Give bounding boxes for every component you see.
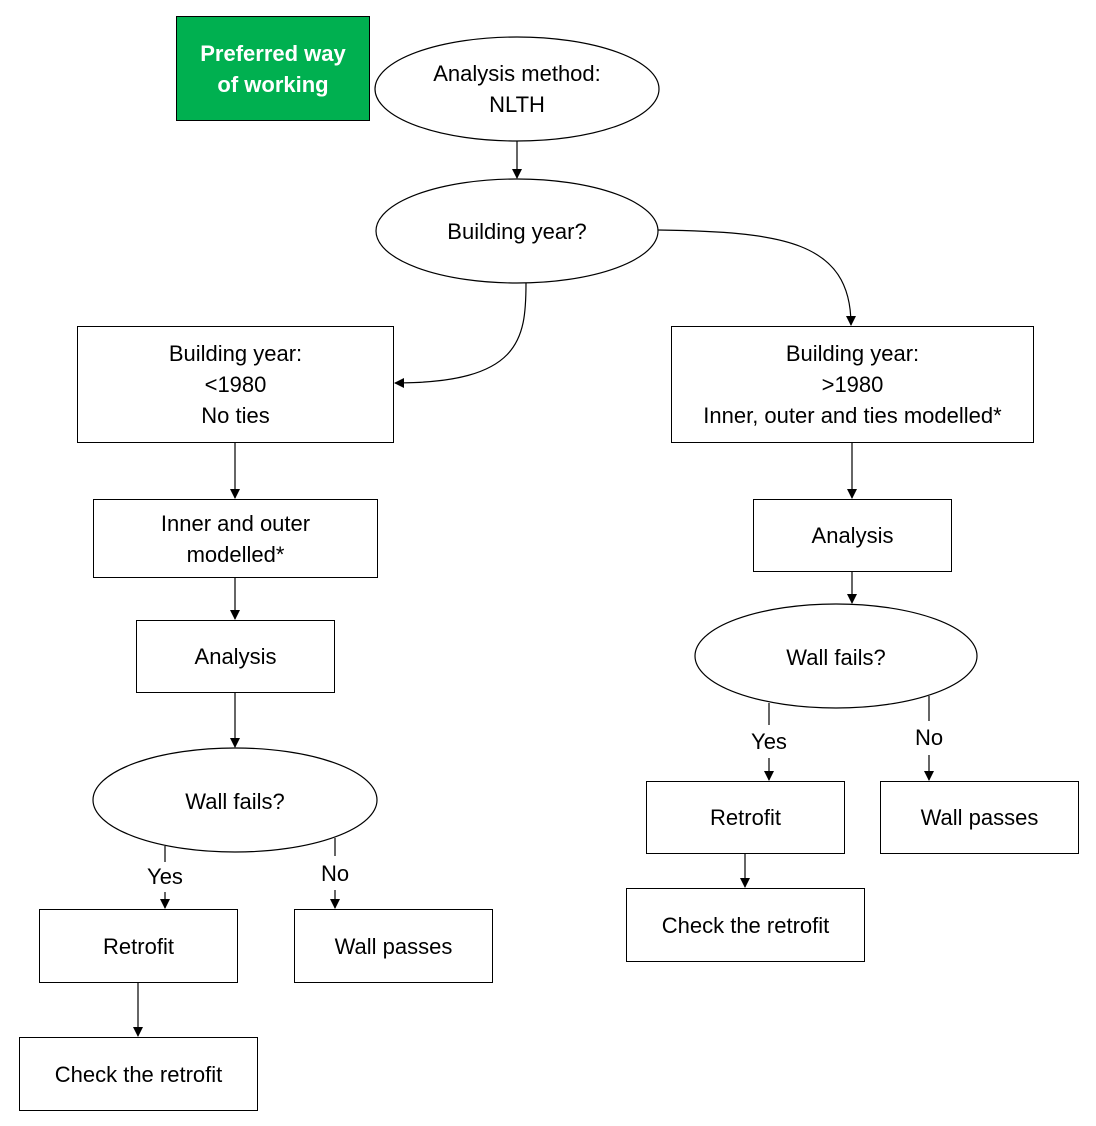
left-decision-label: Wall fails? xyxy=(185,788,285,814)
right-decision-label: Wall fails? xyxy=(786,644,886,670)
right-pass-box: Wall passes xyxy=(880,781,1079,854)
flowchart: Preferred way of working Analysis method… xyxy=(0,0,1096,1126)
arrow-question-to-right xyxy=(657,229,856,326)
left-yes-label: Yes xyxy=(135,865,195,889)
right-yes-label: Yes xyxy=(739,730,799,754)
left-analysis-box: Analysis xyxy=(136,620,335,693)
legend-preferred-way: Preferred way of working xyxy=(176,16,370,121)
right-check-box: Check the retrofit xyxy=(626,888,865,962)
right-retrofit-box: Retrofit xyxy=(646,781,845,854)
right-analysis-box: Analysis xyxy=(753,499,952,572)
left-pass-box: Wall passes xyxy=(294,909,493,983)
left-retrofit-box: Retrofit xyxy=(39,909,238,983)
right-no-label: No xyxy=(899,726,959,750)
start-node-label: Analysis method: NLTH xyxy=(433,61,601,117)
left-model-box: Inner and outer modelled* xyxy=(93,499,378,578)
right-year-box: Building year: >1980 Inner, outer and ti… xyxy=(671,326,1034,443)
left-check-box: Check the retrofit xyxy=(19,1037,258,1111)
year-question-label: Building year? xyxy=(447,218,587,244)
left-year-box: Building year: <1980 No ties xyxy=(77,326,394,443)
arrow-question-to-left xyxy=(394,282,527,388)
left-no-label: No xyxy=(305,862,365,886)
